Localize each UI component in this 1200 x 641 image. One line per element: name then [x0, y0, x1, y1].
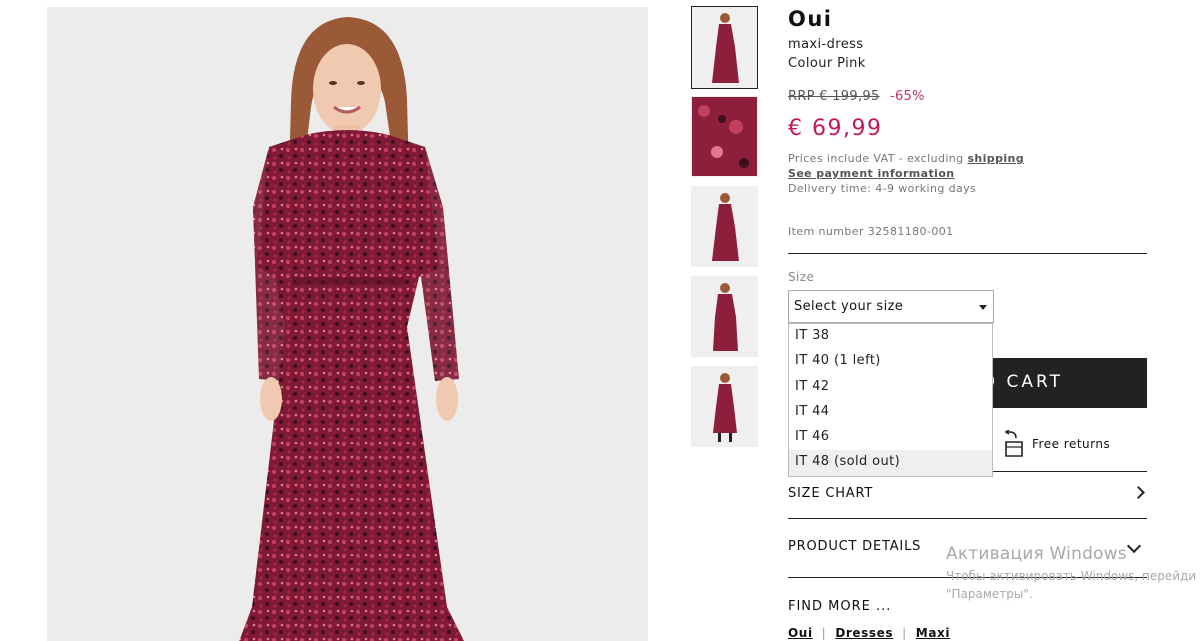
rrp-price: RRP € 199,95: [788, 89, 880, 104]
watermark-line: Чтобы активировать Windows, перейди: [946, 569, 1197, 583]
size-dropdown-list: IT 38 IT 40 (1 left) IT 42 IT 44 IT 46 I…: [788, 323, 993, 477]
thumbnail-2[interactable]: [691, 96, 758, 177]
windows-activation-watermark: Активация Windows Чтобы активировать Win…: [946, 544, 1196, 601]
thumbnail-1[interactable]: [691, 6, 758, 89]
delivery-time: Delivery time: 4-9 working days: [788, 182, 977, 195]
size-select[interactable]: Select your size: [788, 290, 994, 323]
item-number: Item number 32581180-001: [788, 225, 954, 238]
size-chart-toggle[interactable]: SIZE CHART: [788, 486, 873, 501]
link-brand[interactable]: Oui: [788, 626, 813, 640]
chevron-right-icon[interactable]: [1132, 486, 1145, 499]
current-price: € 69,99: [788, 116, 883, 141]
divider: [788, 518, 1147, 519]
size-select-value: Select your size: [794, 299, 904, 314]
discount-badge: -65%: [889, 89, 925, 104]
vat-note: Prices include VAT - excluding shipping: [788, 152, 1024, 165]
thumbnail-4[interactable]: [691, 276, 758, 357]
size-option[interactable]: IT 46: [789, 425, 992, 450]
thumbnail-5[interactable]: [691, 366, 758, 447]
shipping-link[interactable]: shipping: [967, 152, 1024, 165]
link-style[interactable]: Maxi: [916, 626, 950, 640]
watermark-line: "Параметры".: [946, 587, 1033, 601]
find-more-links: Oui | Dresses | Maxi: [788, 626, 951, 640]
size-option[interactable]: IT 40 (1 left): [789, 349, 992, 374]
main-product-image[interactable]: [47, 7, 648, 641]
size-option[interactable]: IT 42: [789, 375, 992, 400]
caret-down-icon: [979, 305, 987, 310]
divider: [788, 253, 1147, 254]
product-colour: Colour Pink: [788, 56, 866, 71]
add-to-cart-label: D CART: [982, 372, 1063, 392]
vat-text: Prices include VAT - excluding: [788, 152, 964, 165]
product-type: maxi-dress: [788, 37, 864, 52]
free-returns-label: Free returns: [1032, 437, 1111, 451]
size-option[interactable]: IT 38: [789, 324, 992, 349]
brand-name[interactable]: Oui: [788, 7, 833, 31]
size-option-highlighted[interactable]: IT 48 (sold out): [789, 450, 992, 476]
payment-info-link[interactable]: See payment information: [788, 167, 955, 180]
thumbnail-gallery: [691, 6, 759, 456]
size-label: Size: [788, 270, 815, 284]
link-category[interactable]: Dresses: [835, 626, 893, 640]
return-box-icon: [1004, 430, 1023, 457]
find-more-heading: FIND MORE ...: [788, 599, 892, 614]
product-details-toggle[interactable]: PRODUCT DETAILS: [788, 539, 921, 554]
watermark-title: Активация Windows: [946, 544, 1127, 564]
size-option[interactable]: IT 44: [789, 400, 992, 425]
thumbnail-3[interactable]: [691, 186, 758, 267]
rrp-row: RRP € 199,95 -65%: [788, 89, 925, 104]
